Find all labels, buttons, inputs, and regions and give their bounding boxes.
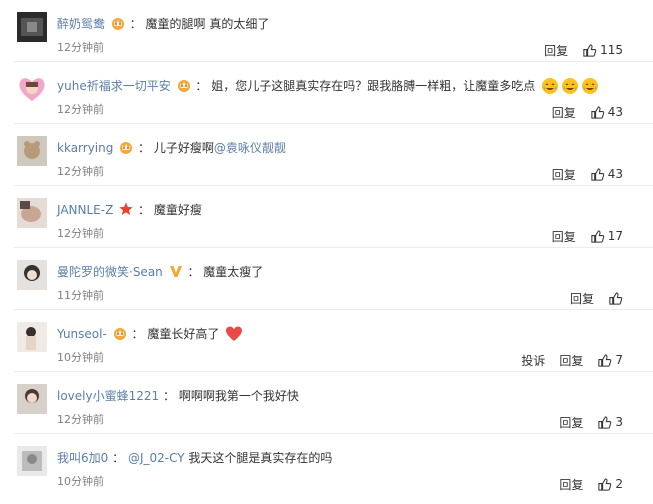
avatar[interactable]	[17, 198, 47, 228]
thumbs-up-icon	[590, 229, 605, 244]
avatar[interactable]	[17, 74, 47, 104]
comment-item: 我叫6加0 ： @J_02-CY 我天这个腿是真实存在的吗 10分钟前 回复 2	[0, 434, 653, 496]
reply-button[interactable]: 回复	[559, 476, 583, 493]
thumbs-up-icon	[608, 291, 623, 306]
comment-item: yuhe祈福求一切平安 ： 姐，您儿子这腿真实存在吗？跟我胳膊一样粗，让魔童多吃…	[0, 62, 653, 124]
reply-button[interactable]: 回复	[559, 352, 583, 369]
report-button[interactable]: 投诉	[521, 352, 545, 369]
reply-button[interactable]: 回复	[544, 42, 568, 59]
like-button[interactable]	[608, 291, 623, 306]
like-count: 2	[615, 477, 623, 491]
username[interactable]: yuhe祈福求一切平安	[57, 79, 171, 93]
crown-badge-icon	[176, 77, 192, 98]
thumbs-up-icon	[597, 353, 612, 368]
reply-button[interactable]: 回复	[559, 414, 583, 431]
username[interactable]: 醉奶鸳鸯	[57, 17, 105, 31]
thumbs-up-icon	[590, 167, 605, 182]
comment-text: 魔童长好高了	[147, 327, 220, 341]
avatar[interactable]	[17, 136, 47, 166]
comment-item: 曼陀罗的微笑·Sean ： 魔童太瘦了 11分钟前 回复	[0, 248, 653, 310]
avatar[interactable]	[17, 384, 47, 414]
thumbs-up-icon	[590, 105, 605, 120]
timestamp: 10分钟前	[57, 351, 104, 364]
username[interactable]: Yunseol-	[57, 327, 107, 341]
laughing-crying-emoji-icon	[581, 77, 599, 95]
timestamp: 12分钟前	[57, 165, 104, 178]
username[interactable]: 曼陀罗的微笑·Sean	[57, 265, 163, 279]
like-count: 43	[607, 105, 623, 119]
timestamp: 12分钟前	[57, 103, 104, 116]
comment-text: 魔童好瘦	[153, 203, 202, 217]
mention-link[interactable]: @J_02-CY	[128, 451, 185, 465]
laughing-crying-emoji-icon	[561, 77, 579, 95]
comment-text: 啊啊啊我第一个我好快	[178, 389, 299, 403]
timestamp: 10分钟前	[57, 475, 104, 488]
avatar[interactable]	[17, 322, 47, 352]
comment-text: 姐，您儿子这腿真实存在吗？跟我胳膊一样粗，让魔童多吃点	[211, 79, 536, 93]
timestamp: 12分钟前	[57, 227, 104, 240]
like-button[interactable]: 2	[597, 477, 623, 492]
laughing-crying-emoji-icon	[541, 77, 559, 95]
star-badge-icon	[118, 201, 134, 222]
thumbs-up-icon	[597, 415, 612, 430]
avatar[interactable]	[17, 12, 47, 42]
timestamp: 11分钟前	[57, 289, 104, 302]
heart-icon	[225, 325, 243, 343]
thumbs-up-icon	[582, 43, 597, 58]
like-count: 3	[615, 415, 623, 429]
comment-item: lovely小蜜蜂1221 ： 啊啊啊我第一个我好快 12分钟前 回复 3	[0, 372, 653, 434]
comment-item: JANNLE-Z ： 魔童好瘦 12分钟前 回复 17	[0, 186, 653, 248]
like-button[interactable]: 115	[582, 43, 623, 58]
like-button[interactable]: 3	[597, 415, 623, 430]
reply-button[interactable]: 回复	[570, 290, 594, 307]
reply-button[interactable]: 回复	[552, 104, 576, 121]
username[interactable]: kkarrying	[57, 141, 113, 155]
comment-item: 醉奶鸳鸯 ： 魔童的腿啊 真的太细了 12分钟前 回复 115	[0, 0, 653, 62]
comment-text: 我天这个腿是真实存在的吗	[184, 451, 333, 465]
comment-item: Yunseol- ： 魔童长好高了 10分钟前 投诉 回复 7	[0, 310, 653, 372]
like-count: 43	[607, 167, 623, 181]
reply-button[interactable]: 回复	[552, 228, 576, 245]
comment-text: 儿子好瘦啊	[153, 141, 214, 155]
comment-list: 醉奶鸳鸯 ： 魔童的腿啊 真的太细了 12分钟前 回复 115 yuhe祈福求一…	[0, 0, 653, 504]
crown-badge-icon	[110, 15, 126, 36]
like-count: 17	[607, 229, 623, 243]
username[interactable]: JANNLE-Z	[57, 203, 113, 217]
like-button[interactable]: 17	[590, 229, 623, 244]
username[interactable]: 我叫6加0	[57, 451, 108, 465]
username[interactable]: lovely小蜜蜂1221	[57, 389, 159, 403]
like-count: 7	[615, 353, 623, 367]
like-button[interactable]: 7	[597, 353, 623, 368]
comment-item: kkarrying ： 儿子好瘦啊@袁咏仪靓靓 12分钟前 回复 43	[0, 124, 653, 186]
timestamp: 12分钟前	[57, 41, 104, 54]
like-button[interactable]: 43	[590, 105, 623, 120]
v-badge-icon	[168, 263, 184, 284]
timestamp: 12分钟前	[57, 413, 104, 426]
comment-text: 魔童太瘦了	[203, 265, 264, 279]
avatar[interactable]	[17, 446, 47, 476]
mention-link[interactable]: @袁咏仪靓靓	[214, 141, 286, 155]
comment-text: 魔童的腿啊 真的太细了	[145, 17, 270, 31]
like-count: 115	[600, 43, 623, 57]
avatar[interactable]	[17, 260, 47, 290]
like-button[interactable]: 43	[590, 167, 623, 182]
crown-badge-icon	[112, 325, 128, 346]
thumbs-up-icon	[597, 477, 612, 492]
crown-badge-icon	[118, 139, 134, 160]
reply-button[interactable]: 回复	[552, 166, 576, 183]
